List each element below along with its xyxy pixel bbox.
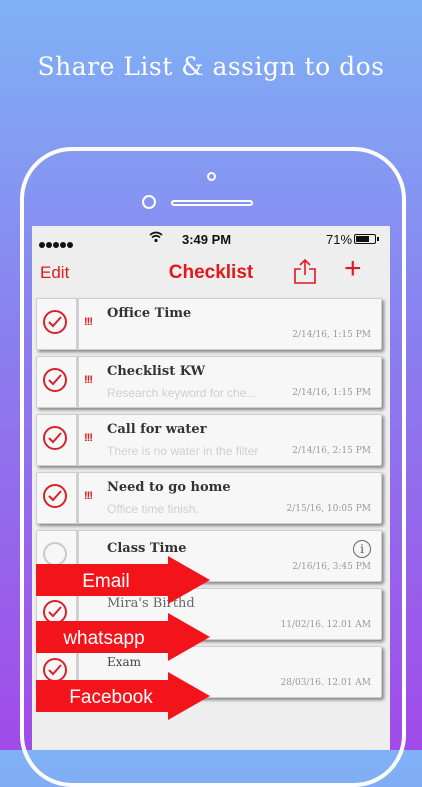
row-divider — [76, 357, 79, 407]
share-icon[interactable] — [292, 257, 318, 285]
item-title: Checklist KW — [107, 364, 206, 379]
item-title: Need to go home — [107, 480, 231, 495]
item-subtitle: Research keyword for che... — [107, 386, 257, 400]
facebook-option-label: Facebook — [69, 687, 153, 708]
phone-camera — [142, 195, 156, 209]
priority-marker: !!! — [84, 316, 93, 328]
priority-marker: !!! — [84, 374, 93, 386]
email-option-label: Email — [82, 571, 130, 592]
item-date: 2/16/16, 3:45 PM — [292, 562, 371, 572]
wifi-icon — [149, 231, 163, 243]
battery-icon — [354, 234, 379, 244]
item-title: Class Time — [107, 541, 187, 556]
checked-circle-icon[interactable] — [43, 368, 67, 392]
checked-circle-icon[interactable] — [43, 426, 67, 450]
list-item[interactable]: !!! Need to go home Office time finish. … — [36, 472, 382, 524]
row-divider — [76, 299, 79, 349]
signal-icon — [39, 236, 74, 251]
list-item[interactable]: !!! Call for water There is no water in … — [36, 414, 382, 466]
item-date: 2/14/16, 1:15 PM — [292, 388, 371, 398]
item-title: Call for water — [107, 422, 207, 437]
checked-circle-icon[interactable] — [43, 310, 67, 334]
info-icon[interactable]: i — [353, 540, 371, 558]
item-date: 2/14/16, 1:15 PM — [292, 330, 371, 340]
item-title: Office Time — [107, 306, 192, 321]
add-button[interactable]: + — [344, 254, 362, 284]
item-date: 11/02/16. 12.01 AM — [280, 620, 371, 630]
status-time: 3:49 PM — [182, 232, 232, 247]
row-divider — [76, 473, 79, 523]
email-share-option[interactable]: Email — [36, 555, 212, 605]
priority-marker: !!! — [84, 490, 93, 502]
row-divider — [76, 415, 79, 465]
item-date: 2/14/16, 2:15 PM — [292, 446, 371, 456]
nav-bar: Edit Checklist + — [32, 252, 390, 294]
facebook-share-option[interactable]: Facebook — [36, 671, 212, 721]
item-date: 28/03/16. 12.01 AM — [280, 678, 371, 688]
item-subtitle: There is no water in the filter — [107, 444, 259, 458]
whatsapp-option-label: whatsapp — [62, 628, 144, 649]
item-subtitle: Office time finish. — [107, 502, 199, 516]
list-item[interactable]: !!! Checklist KW Research keyword for ch… — [36, 356, 382, 408]
status-bar: 3:49 PM 71% — [32, 226, 390, 252]
phone-earpiece — [171, 200, 253, 206]
phone-sensor — [207, 172, 216, 181]
battery-percent: 71% — [326, 232, 353, 247]
list-item[interactable]: !!! Office Time 2/14/16, 1:15 PM — [36, 298, 382, 350]
page-title: Checklist — [168, 262, 254, 283]
promo-headline: Share List & assign to dos — [37, 52, 385, 81]
priority-marker: !!! — [84, 432, 93, 444]
whatsapp-share-option[interactable]: whatsapp — [36, 612, 212, 662]
item-date: 2/15/16, 10:05 PM — [286, 504, 372, 514]
checked-circle-icon[interactable] — [43, 484, 67, 508]
